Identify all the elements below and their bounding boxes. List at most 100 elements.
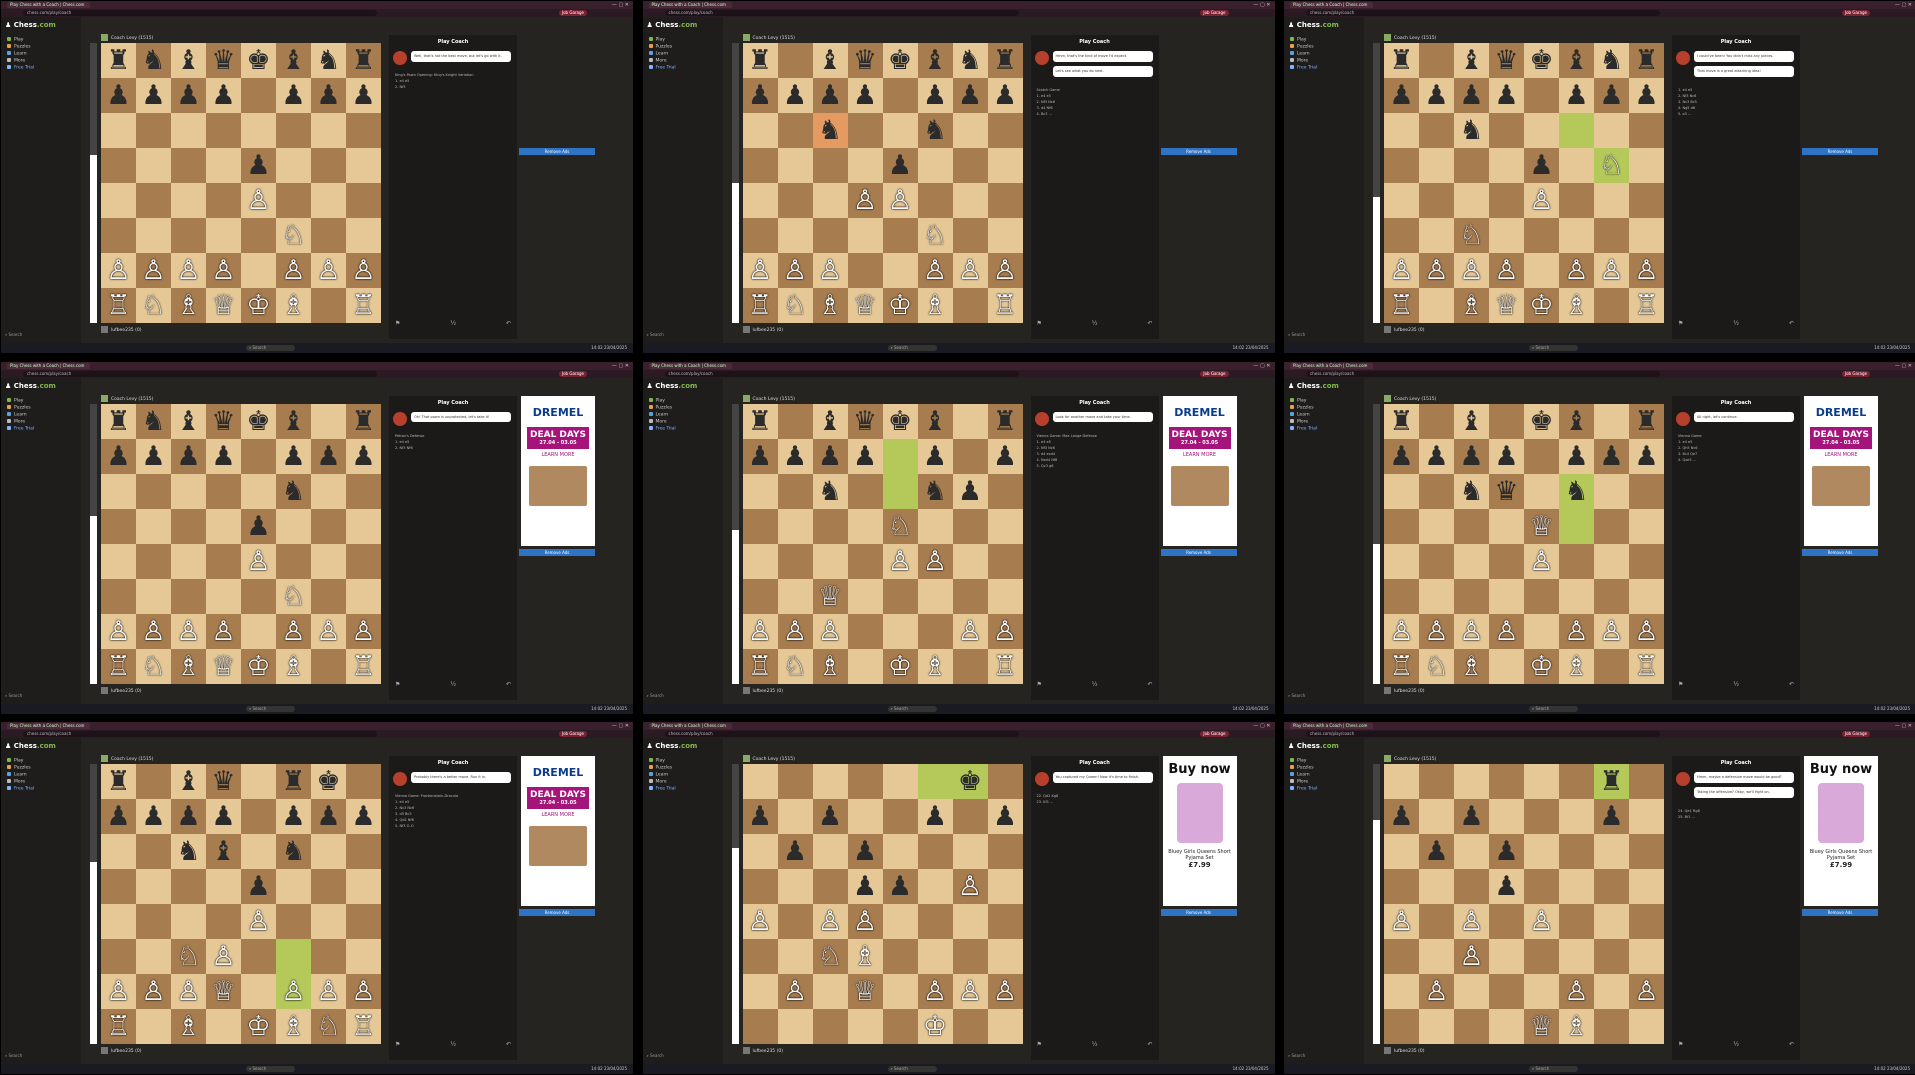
chess-piece-white[interactable]: ♖ — [988, 288, 1023, 323]
square-b8[interactable] — [1419, 403, 1454, 439]
sidebar-item-more[interactable]: More — [1290, 779, 1308, 785]
chess-piece-white[interactable]: ♖ — [1629, 649, 1664, 684]
square-d3[interactable] — [1489, 218, 1524, 253]
chess-piece-white[interactable]: ♙ — [1454, 904, 1489, 939]
chess-piece-white[interactable]: ♙ — [848, 183, 883, 218]
square-d1[interactable] — [1489, 1009, 1524, 1044]
square-f2[interactable] — [917, 613, 953, 649]
square-g5[interactable] — [952, 148, 988, 183]
chess-piece-black[interactable]: ♟ — [1594, 439, 1629, 474]
chess-piece-black[interactable]: ♟ — [1384, 78, 1419, 113]
square-a8[interactable]: ♜ — [101, 403, 136, 439]
chess-piece-black[interactable]: ♟ — [276, 439, 311, 474]
undo-icon[interactable]: ↶ — [1147, 681, 1152, 688]
undo-icon[interactable]: ↶ — [506, 681, 511, 688]
taskbar-search[interactable]: ⌕ Search — [246, 345, 295, 351]
square-b2[interactable]: ♙ — [1419, 613, 1454, 649]
square-c3[interactable]: ♘ — [171, 939, 206, 974]
square-b5[interactable] — [777, 508, 813, 544]
sidebar-item-more[interactable]: More — [1290, 58, 1308, 64]
sidebar-search[interactable]: ⌕ Search — [647, 693, 664, 698]
square-b7[interactable]: ♟ — [136, 78, 171, 113]
square-h4[interactable] — [1629, 543, 1664, 579]
square-g2[interactable]: ♙ — [311, 613, 346, 649]
sidebar-item-play[interactable]: Play — [1290, 397, 1306, 403]
sidebar-search[interactable]: ⌕ Search — [1288, 1053, 1305, 1058]
square-g3[interactable] — [311, 218, 346, 253]
square-e3[interactable] — [241, 218, 276, 253]
square-b6[interactable] — [1419, 473, 1454, 509]
square-g1[interactable] — [1594, 1009, 1629, 1044]
square-d6[interactable]: ♟ — [847, 834, 883, 869]
square-d3[interactable] — [1489, 578, 1524, 614]
square-d5[interactable]: ♟ — [1489, 869, 1524, 904]
chess-piece-black[interactable]: ♞ — [276, 474, 311, 509]
resign-flag-icon[interactable]: ⚑ — [395, 320, 400, 327]
draw-offer-icon[interactable]: ½ — [1092, 681, 1098, 688]
chess-piece-white[interactable]: ♙ — [136, 614, 171, 649]
chess-piece-black[interactable]: ♜ — [346, 43, 381, 78]
square-h6[interactable] — [1629, 113, 1664, 148]
chess-piece-white[interactable]: ♙ — [1629, 974, 1664, 1009]
square-g7[interactable] — [952, 438, 988, 474]
resign-flag-icon[interactable]: ⚑ — [1678, 681, 1683, 688]
chess-piece-black[interactable]: ♞ — [1454, 113, 1489, 148]
square-e4[interactable]: ♙ — [241, 543, 276, 579]
taskbar-search[interactable]: ⌕ Search — [1529, 1066, 1578, 1072]
square-d4[interactable] — [206, 183, 241, 218]
square-d2[interactable] — [847, 253, 883, 288]
square-b1[interactable]: ♘ — [777, 648, 813, 684]
square-f4[interactable] — [917, 183, 953, 218]
chess-piece-white[interactable]: ♙ — [848, 904, 883, 939]
square-c1[interactable]: ♗ — [812, 288, 848, 323]
square-d7[interactable]: ♟ — [847, 438, 883, 474]
chess-board[interactable]: ♜ ♞ ♝ ♛ ♚ ♝ ♞ ♜ ♟ ♟ ♟ ♟ ♟ ♟ ♟ ♟ ♙ ♘ ♙ ♙ ♙ ♙ ♙ ♙ ♙ ♖ ♘ ♗ ♕ ♔ ♗ ♖ — [101, 43, 381, 323]
square-a2[interactable]: ♙ — [742, 253, 778, 288]
square-c7[interactable]: ♟ — [1454, 799, 1489, 834]
chess-board[interactable]: ♜ ♝ ♛ ♚ ♝ ♞ ♜ ♟ ♟ ♟ ♟ ♟ ♟ ♟ ♞ ♟ ♘ ♙ ♘ ♙ ♙ ♙ ♙ ♙ ♙ ♙ ♖ ♗ ♕ ♔ ♗ ♖ — [1384, 43, 1664, 323]
chess-piece-black[interactable]: ♟ — [778, 78, 813, 113]
chess-piece-white[interactable]: ♙ — [918, 974, 953, 1009]
sidebar-search[interactable]: ⌕ Search — [647, 332, 664, 337]
square-g3[interactable] — [1594, 578, 1629, 614]
chess-piece-white[interactable]: ♙ — [778, 974, 813, 1009]
square-g3[interactable] — [311, 939, 346, 974]
chess-piece-black[interactable]: ♚ — [1524, 404, 1559, 439]
square-g6[interactable] — [311, 113, 346, 148]
square-a7[interactable]: ♟ — [101, 78, 136, 113]
taskbar-search[interactable]: ⌕ Search — [246, 705, 295, 712]
chess-piece-white[interactable]: ♙ — [1524, 544, 1559, 579]
square-a7[interactable]: ♟ — [742, 438, 778, 474]
move-row[interactable]: 23. Kf1 ... — [1037, 799, 1147, 805]
chess-piece-white[interactable]: ♙ — [1419, 974, 1454, 1009]
chess-piece-black[interactable]: ♟ — [136, 439, 171, 474]
square-c4[interactable]: ♙ — [1454, 904, 1489, 939]
square-d3[interactable] — [1489, 939, 1524, 974]
chess-piece-black[interactable]: ♜ — [1384, 404, 1419, 439]
square-b4[interactable] — [777, 904, 813, 939]
square-f2[interactable]: ♙ — [1559, 613, 1594, 649]
sidebar-item-more[interactable]: More — [7, 58, 25, 64]
square-c4[interactable] — [171, 543, 206, 579]
square-e7[interactable] — [241, 799, 276, 834]
chess-piece-black[interactable]: ♝ — [171, 404, 206, 439]
square-a5[interactable] — [1384, 148, 1419, 183]
square-c3[interactable]: ♙ — [1454, 939, 1489, 974]
square-d4[interactable]: ♙ — [847, 904, 883, 939]
square-d3[interactable] — [847, 578, 883, 614]
square-b6[interactable] — [136, 113, 171, 148]
square-a8[interactable]: ♜ — [1384, 43, 1419, 78]
square-d8[interactable] — [1489, 764, 1524, 799]
square-e6[interactable] — [1524, 834, 1559, 869]
square-h6[interactable] — [346, 834, 381, 869]
undo-icon[interactable]: ↶ — [1789, 1041, 1794, 1048]
square-g5[interactable] — [1594, 869, 1629, 904]
chess-piece-white[interactable]: ♙ — [1559, 253, 1594, 288]
square-h4[interactable] — [346, 543, 381, 579]
square-e4[interactable]: ♙ — [882, 543, 918, 579]
chess-piece-white[interactable]: ♖ — [346, 288, 381, 323]
draw-offer-icon[interactable]: ½ — [1733, 681, 1739, 688]
advertisement-buynow[interactable]: Buy now Bluey Girls Queens Short Pyjama … — [1804, 756, 1878, 906]
square-b2[interactable]: ♙ — [136, 253, 171, 288]
chess-piece-black[interactable]: ♟ — [346, 78, 381, 113]
